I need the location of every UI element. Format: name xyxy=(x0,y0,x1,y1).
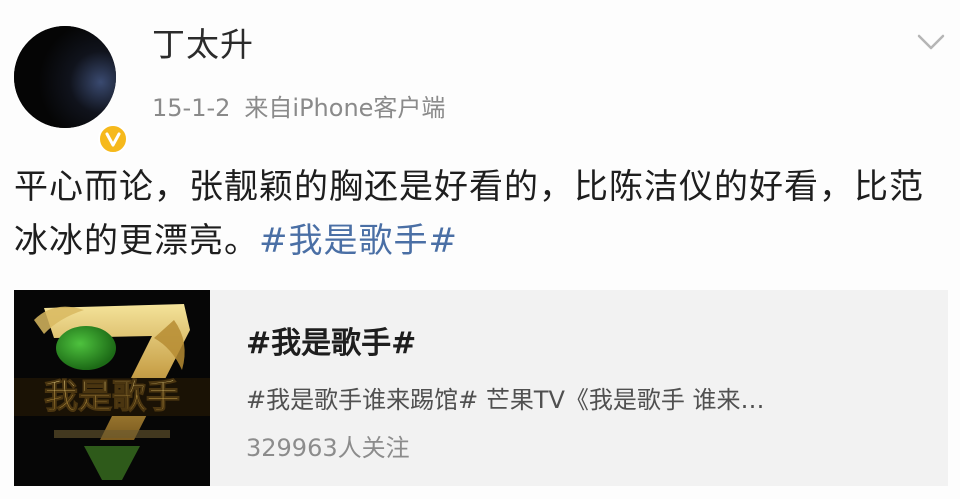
chevron-down-icon[interactable] xyxy=(916,30,946,54)
post-meta: 15-1-2 来自iPhone客户端 xyxy=(152,88,445,123)
thumb-logo-text: 我是歌手 xyxy=(44,377,180,417)
verified-badge-icon xyxy=(98,124,128,154)
post-hashtag-link[interactable]: #我是歌手# xyxy=(259,221,458,261)
post-date: 15-1-2 xyxy=(152,94,231,122)
username[interactable]: 丁太升 xyxy=(152,18,254,66)
topic-card-description: #我是歌手谁来踢馆# 芒果TV《我是歌手 谁来… xyxy=(246,386,765,414)
avatar-image xyxy=(14,26,116,128)
topic-card-thumbnail: 我是歌手 xyxy=(14,290,210,486)
post-source: 来自iPhone客户端 xyxy=(244,94,446,122)
post-text: 平心而论，张靓颖的胸还是好看的，比陈洁仪的好看，比范冰冰的更漂亮。#我是歌手# xyxy=(14,160,944,268)
post-text-main: 平心而论，张靓颖的胸还是好看的，比陈洁仪的好看，比范冰冰的更漂亮。 xyxy=(14,167,924,261)
topic-card-followers: 329963人关注 xyxy=(246,434,410,462)
topic-card-title[interactable]: #我是歌手# xyxy=(246,318,416,362)
avatar[interactable] xyxy=(14,26,128,154)
weibo-post: 丁太升 15-1-2 来自iPhone客户端 平心而论，张靓颖的胸还是好看的，比陈… xyxy=(0,0,960,499)
topic-card[interactable]: 我是歌手 #我是歌手# #我是歌手谁来踢馆# 芒果TV《我是歌手 谁来… 329… xyxy=(14,290,948,486)
